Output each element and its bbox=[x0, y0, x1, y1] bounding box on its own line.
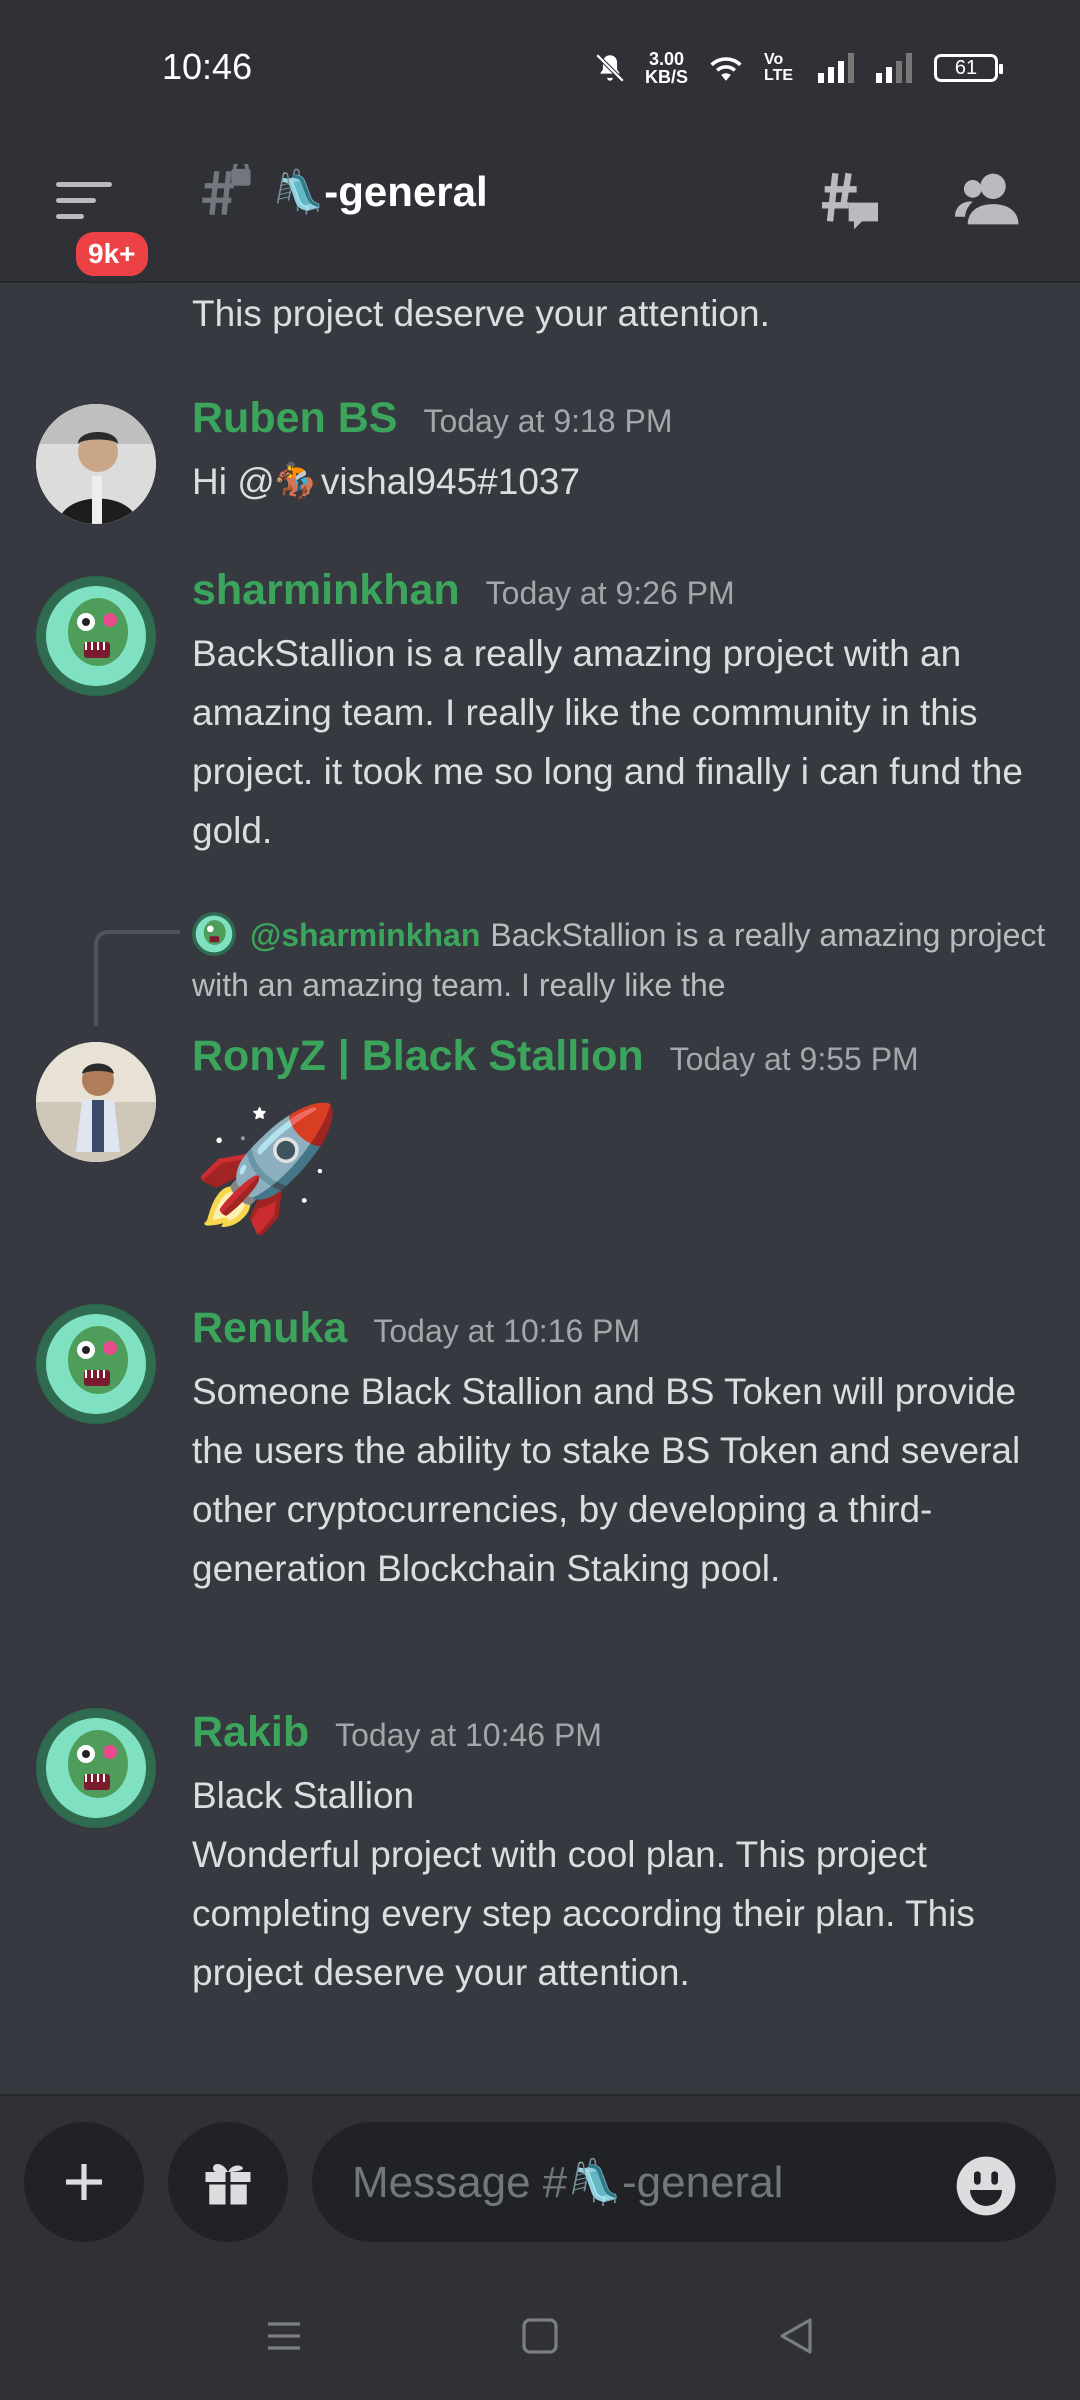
message-text: Wonderful project with cool plan. This p… bbox=[192, 1834, 975, 1993]
timestamp: Today at 10:46 PM bbox=[335, 1717, 602, 1753]
battery-indicator: 61 bbox=[934, 54, 1003, 82]
message-text: BackStallion is a really amazing project… bbox=[192, 633, 1023, 851]
gift-icon bbox=[205, 2163, 251, 2205]
message-list[interactable]: This project deserve your attention. Rub… bbox=[0, 284, 1080, 2094]
message-text: Someone Black Stallion and BS Token will… bbox=[192, 1371, 1021, 1589]
threads-icon[interactable] bbox=[810, 168, 882, 232]
username[interactable]: Ruben BS bbox=[192, 394, 397, 443]
channel-title[interactable]: 🛝-general bbox=[272, 168, 488, 217]
channel-header: 9k+ bbox=[0, 140, 1080, 283]
rocket-emoji: 🚀 bbox=[192, 1101, 342, 1235]
username[interactable]: RonyZ | Black Stallion bbox=[192, 1032, 644, 1081]
reply-avatar bbox=[192, 912, 236, 956]
message-text-line1: Black Stallion bbox=[192, 1775, 415, 1816]
message-text: This project deserve your attention. bbox=[192, 293, 770, 334]
members-icon[interactable] bbox=[955, 170, 1021, 228]
avatar[interactable] bbox=[36, 1042, 156, 1162]
avatar[interactable] bbox=[36, 576, 156, 696]
speed-unit: KB/S bbox=[644, 67, 688, 87]
back-icon[interactable] bbox=[776, 2316, 816, 2356]
reply-preview[interactable]: @sharminkhan BackStallion is a really ama… bbox=[192, 910, 1052, 1010]
speed-value: 3.00 bbox=[648, 49, 685, 69]
mute-bell-icon bbox=[595, 53, 625, 83]
avatar[interactable] bbox=[36, 1304, 156, 1424]
emoji-icon[interactable] bbox=[954, 2154, 1018, 2218]
timestamp: Today at 9:55 PM bbox=[669, 1041, 919, 1077]
volte-label: Vo LTE bbox=[764, 51, 794, 84]
message-input[interactable]: Message #🛝-general bbox=[312, 2122, 1056, 2242]
wifi-icon bbox=[710, 57, 742, 81]
signal-icon-2 bbox=[876, 53, 912, 83]
message-composer: Message #🛝-general bbox=[0, 2094, 1080, 2270]
avatar[interactable] bbox=[36, 1708, 156, 1828]
timestamp: Today at 9:26 PM bbox=[485, 575, 735, 611]
message-text: Hi @🏇vishal945#1037 bbox=[192, 461, 581, 502]
reply-connector bbox=[94, 930, 180, 1026]
status-time: 10:46 bbox=[162, 46, 253, 87]
plus-icon bbox=[66, 2164, 102, 2200]
server-menu-button[interactable]: 9k+ bbox=[50, 176, 154, 282]
system-nav-bar bbox=[0, 2270, 1080, 2400]
gift-button[interactable] bbox=[168, 2122, 288, 2242]
attach-button[interactable] bbox=[24, 2122, 144, 2242]
battery-level: 61 bbox=[954, 56, 978, 79]
signal-icon-1 bbox=[818, 53, 854, 83]
recent-apps-icon[interactable] bbox=[264, 2316, 304, 2356]
network-speed: 3.00 KB/S bbox=[645, 50, 688, 86]
timestamp: Today at 10:16 PM bbox=[373, 1313, 641, 1349]
reply-mention[interactable]: @sharminkhan bbox=[250, 917, 480, 953]
status-icons: 3.00 KB/S Vo LTE 61 bbox=[593, 50, 1003, 86]
locked-channel-icon bbox=[202, 164, 251, 216]
home-icon[interactable] bbox=[520, 2316, 560, 2356]
message-placeholder: Message #🛝-general bbox=[352, 2158, 784, 2207]
username[interactable]: sharminkhan bbox=[192, 566, 460, 615]
avatar[interactable] bbox=[36, 404, 156, 524]
username[interactable]: Rakib bbox=[192, 1708, 309, 1757]
unread-badge: 9k+ bbox=[70, 226, 154, 282]
timestamp: Today at 9:18 PM bbox=[423, 403, 673, 439]
username[interactable]: Renuka bbox=[192, 1304, 347, 1353]
status-bar: 10:46 3.00 KB/S Vo LTE 61 bbox=[0, 0, 1080, 140]
